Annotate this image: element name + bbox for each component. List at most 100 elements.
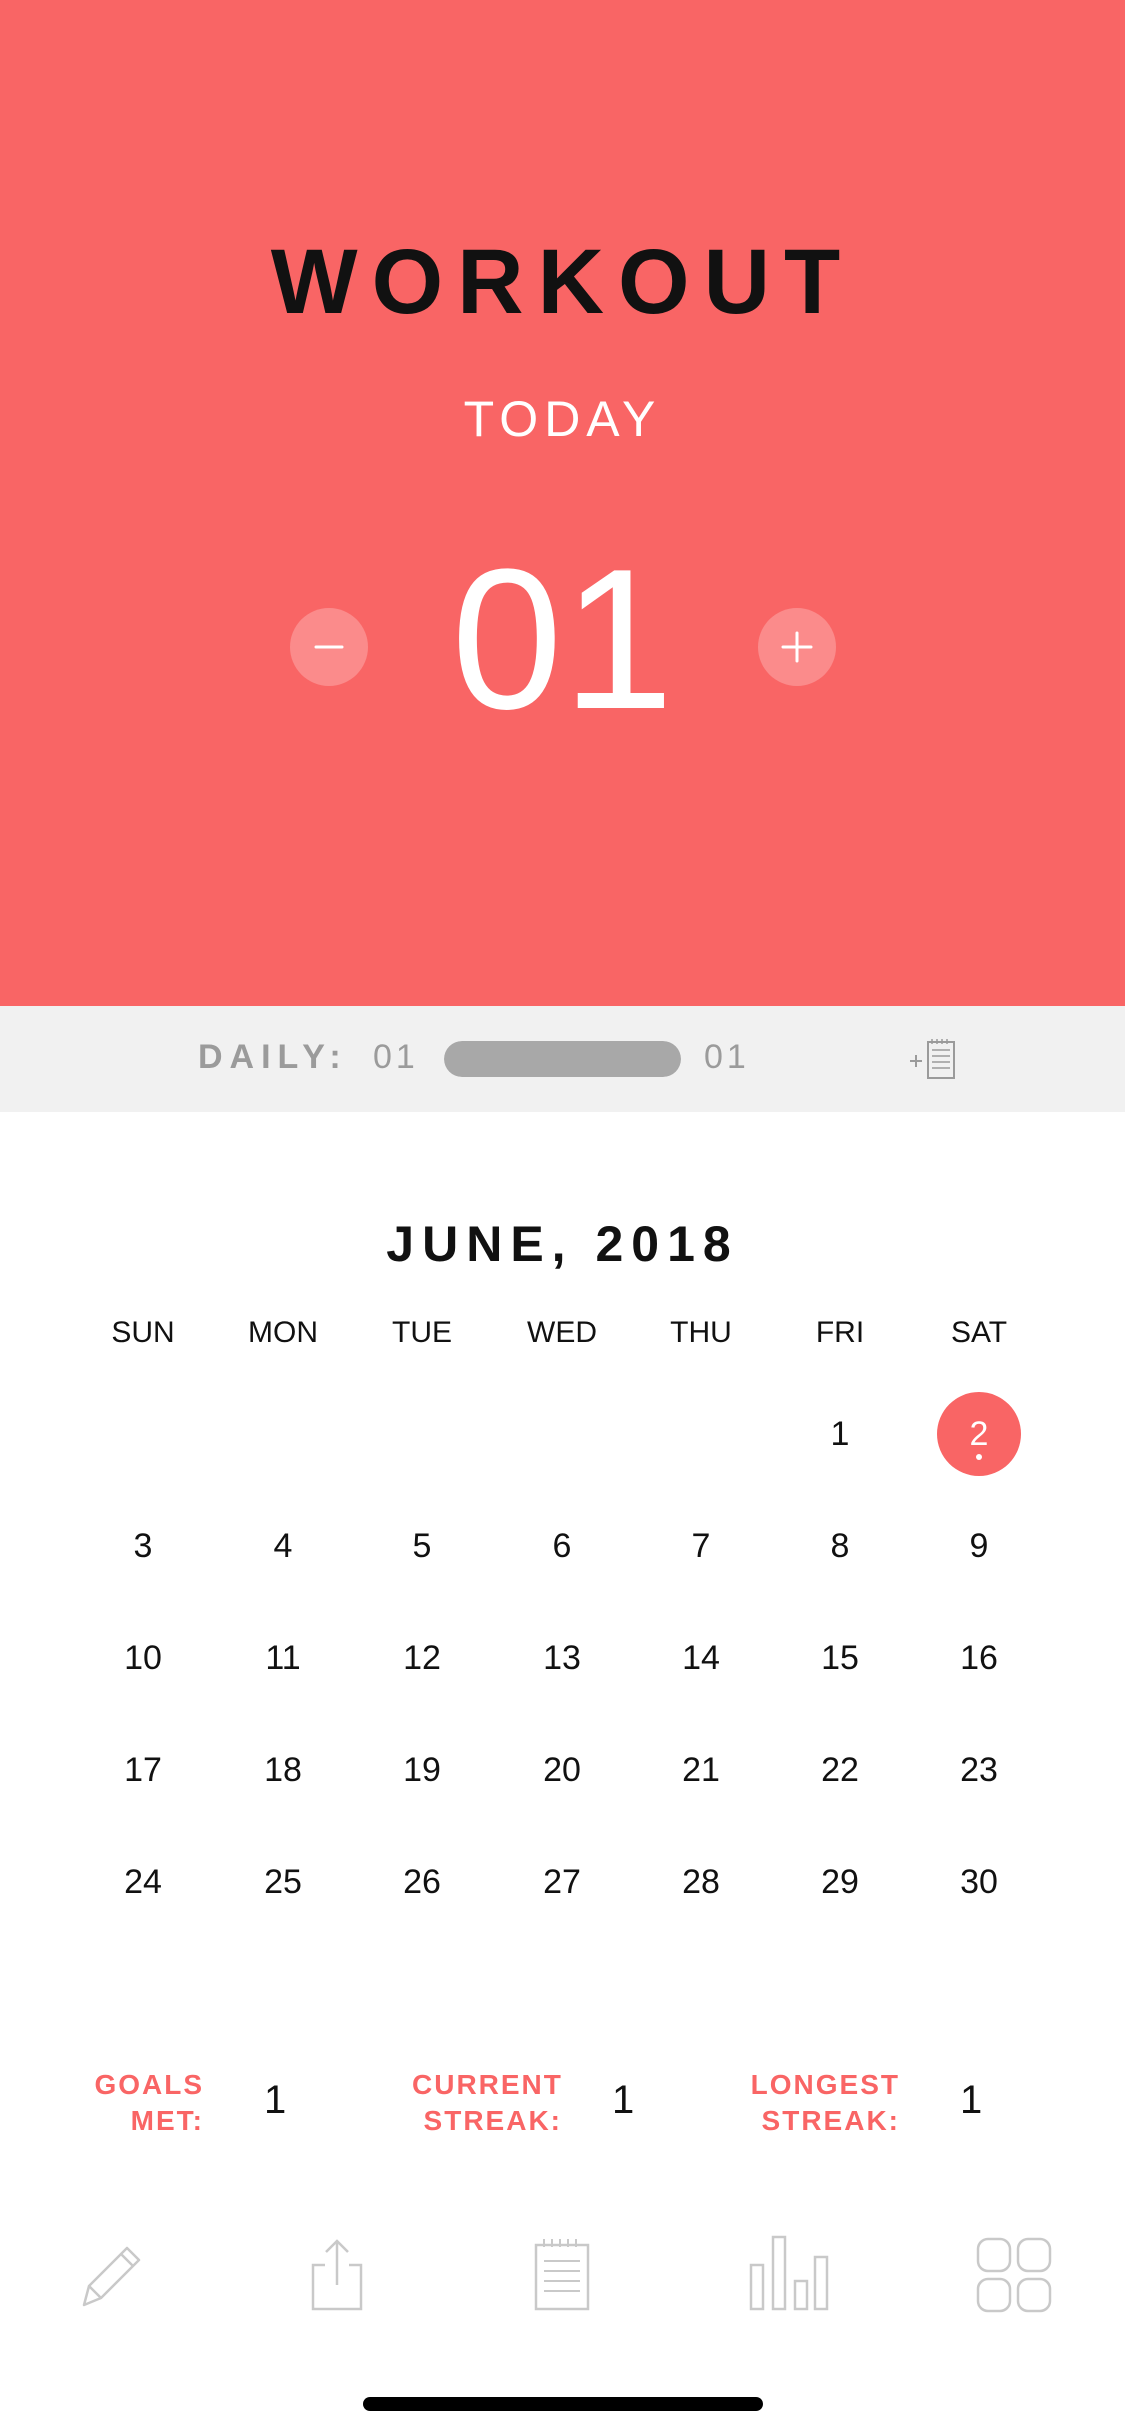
- period-label: TODAY: [463, 391, 662, 447]
- calendar-day-label: 5: [412, 1527, 432, 1565]
- calendar-day-27[interactable]: 27: [520, 1840, 604, 1924]
- calendar-day-7[interactable]: 7: [659, 1504, 743, 1588]
- calendar-day-29[interactable]: 29: [798, 1840, 882, 1924]
- calendar-day-label: 19: [403, 1751, 441, 1789]
- share-icon: [311, 2239, 363, 2311]
- calendar-day-9[interactable]: 9: [937, 1504, 1021, 1588]
- current-streak-label-line1: CURRENT: [412, 2069, 563, 2100]
- calendar-day-label: 15: [821, 1639, 859, 1677]
- stats-button[interactable]: [749, 2235, 829, 2315]
- calendar-day-6[interactable]: 6: [520, 1504, 604, 1588]
- daily-label: DAILY:: [198, 1038, 348, 1076]
- calendar-day-4[interactable]: 4: [241, 1504, 325, 1588]
- calendar-day-15[interactable]: 15: [798, 1616, 882, 1700]
- add-note-icon: [910, 1039, 955, 1079]
- calendar-day-label: 8: [830, 1527, 850, 1565]
- calendar-day-12[interactable]: 12: [380, 1616, 464, 1700]
- calendar-day-1[interactable]: 1: [798, 1392, 882, 1476]
- calendar-day-label: 12: [403, 1639, 441, 1677]
- goals-met-label-line1: GOALS: [94, 2069, 204, 2100]
- decrement-button[interactable]: [290, 608, 368, 686]
- calendar-day-30[interactable]: 30: [937, 1840, 1021, 1924]
- calendar-day-label: 14: [682, 1639, 720, 1677]
- calendar-day-label: 30: [960, 1863, 998, 1901]
- calendar-day-label: 25: [264, 1863, 302, 1901]
- grid-button[interactable]: [974, 2235, 1054, 2315]
- daily-current-value: 01: [373, 1038, 419, 1076]
- calendar-day-10[interactable]: 10: [101, 1616, 185, 1700]
- calendar-day-label: 11: [265, 1639, 301, 1677]
- home-indicator[interactable]: [363, 2397, 763, 2411]
- calendar-day-19[interactable]: 19: [380, 1728, 464, 1812]
- weekday-sun: SUN: [111, 1316, 175, 1349]
- calendar-day-8[interactable]: 8: [798, 1504, 882, 1588]
- calendar-day-label: 9: [969, 1527, 989, 1565]
- weekday-sat: SAT: [950, 1316, 1008, 1349]
- calendar-day-13[interactable]: 13: [520, 1616, 604, 1700]
- calendar-day-22[interactable]: 22: [798, 1728, 882, 1812]
- today-count: 01: [451, 528, 674, 751]
- calendar-day-label: 22: [821, 1751, 859, 1789]
- calendar-day-label: 23: [960, 1751, 998, 1789]
- calendar-day-20[interactable]: 20: [520, 1728, 604, 1812]
- longest-streak-label-line1: LONGEST: [750, 2069, 900, 2100]
- calendar-day-label: 7: [691, 1527, 711, 1565]
- calendar-day-16[interactable]: 16: [937, 1616, 1021, 1700]
- calendar-day-label: 13: [543, 1639, 581, 1677]
- calendar-day-label: 28: [682, 1863, 720, 1901]
- current-streak-value: 1: [612, 2078, 635, 2122]
- goals-met-label: GOALS MET:: [92, 2067, 204, 2139]
- calendar-day-24[interactable]: 24: [101, 1840, 185, 1924]
- completion-dot: [976, 1454, 982, 1460]
- grid-icon: [976, 2237, 1052, 2313]
- goals-met-value: 1: [264, 2078, 287, 2122]
- edit-button[interactable]: [72, 2235, 152, 2315]
- goals-met-label-line2: MET:: [130, 2105, 204, 2136]
- calendar-day-label: 20: [543, 1751, 581, 1789]
- calendar-day-2[interactable]: 2: [937, 1392, 1021, 1476]
- calendar-day-11[interactable]: 11: [241, 1616, 325, 1700]
- edit-icon: [82, 2246, 141, 2307]
- calendar-month-title: JUNE, 2018: [386, 1216, 739, 1272]
- calendar-day-label: 1: [830, 1415, 850, 1453]
- daily-progress-bar: [444, 1041, 681, 1077]
- calendar-day-17[interactable]: 17: [101, 1728, 185, 1812]
- longest-streak-label-line2: STREAK:: [761, 2105, 900, 2136]
- longest-streak-value: 1: [960, 2078, 983, 2122]
- calendar-day-label: 29: [821, 1863, 859, 1901]
- calendar-day-5[interactable]: 5: [380, 1504, 464, 1588]
- calendar-day-label: 18: [264, 1751, 302, 1789]
- notes-icon: [534, 2239, 590, 2311]
- minus-icon: [314, 645, 344, 649]
- stats-icon: [749, 2235, 829, 2311]
- calendar-day-label: 3: [133, 1527, 153, 1565]
- daily-goal-value: 01: [704, 1038, 750, 1076]
- add-note-button[interactable]: [908, 1036, 968, 1086]
- weekday-thu: THU: [670, 1316, 732, 1349]
- calendar-day-label: 27: [543, 1863, 581, 1901]
- calendar-day-label: 17: [124, 1751, 162, 1789]
- plus-icon: [781, 631, 813, 663]
- daily-progress-fill: [444, 1041, 681, 1077]
- weekday-wed: WED: [527, 1316, 597, 1349]
- current-streak-label: CURRENT STREAK:: [412, 2067, 562, 2139]
- weekday-mon: MON: [248, 1316, 318, 1349]
- notes-button[interactable]: [522, 2235, 602, 2315]
- longest-streak-label: LONGEST STREAK:: [750, 2067, 900, 2139]
- calendar-day-label: 6: [552, 1527, 572, 1565]
- calendar-day-21[interactable]: 21: [659, 1728, 743, 1812]
- calendar-day-26[interactable]: 26: [380, 1840, 464, 1924]
- calendar-day-18[interactable]: 18: [241, 1728, 325, 1812]
- calendar-day-23[interactable]: 23: [937, 1728, 1021, 1812]
- calendar-day-label: 24: [124, 1863, 162, 1901]
- calendar-day-25[interactable]: 25: [241, 1840, 325, 1924]
- current-streak-label-line2: STREAK:: [423, 2105, 562, 2136]
- calendar-day-28[interactable]: 28: [659, 1840, 743, 1924]
- calendar-day-label: 10: [124, 1639, 162, 1677]
- calendar-day-label: 4: [273, 1527, 293, 1565]
- calendar-day-14[interactable]: 14: [659, 1616, 743, 1700]
- calendar-day-label: 2: [969, 1415, 989, 1453]
- calendar-day-3[interactable]: 3: [101, 1504, 185, 1588]
- increment-button[interactable]: [758, 608, 836, 686]
- share-button[interactable]: [297, 2235, 377, 2315]
